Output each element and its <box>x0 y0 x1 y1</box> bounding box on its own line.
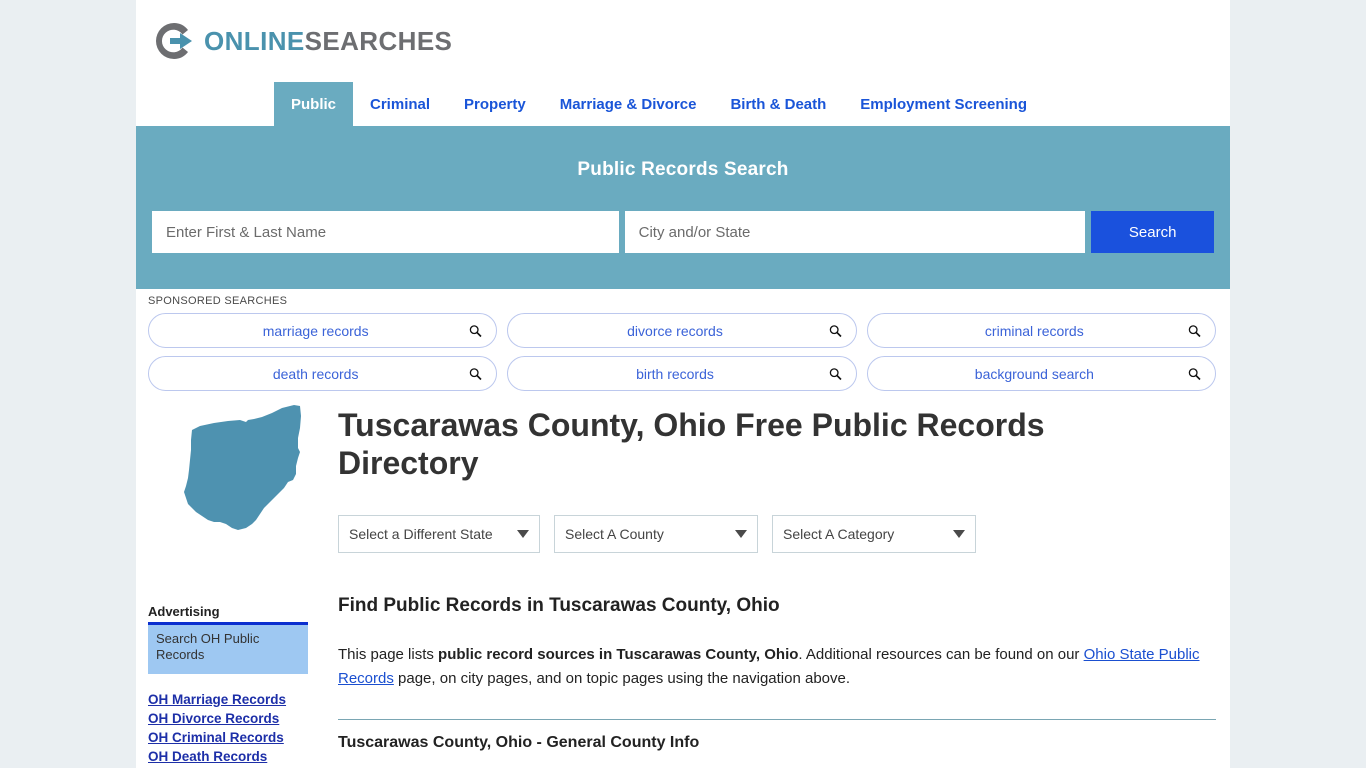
tab-public[interactable]: Public <box>274 82 354 126</box>
chevron-down-icon <box>953 529 965 538</box>
intro-paragraph: This page lists public record sources in… <box>338 643 1214 691</box>
subsection-heading-general-county-info: Tuscarawas County, Ohio - General County… <box>338 733 700 751</box>
magnifier-icon <box>469 367 482 380</box>
ohio-state-map-icon <box>176 404 316 540</box>
logo-wordmark: ONLINESEARCHES <box>204 26 452 57</box>
section-heading-find-public-records: Find Public Records in Tuscarawas County… <box>338 594 780 616</box>
search-button[interactable]: Search <box>1091 211 1214 253</box>
sponsored-pill-label: marriage records <box>262 322 369 339</box>
select-category[interactable]: Select A Category <box>772 514 976 553</box>
select-different-state[interactable]: Select a Different State <box>338 514 540 553</box>
tab-marriage-divorce[interactable]: Marriage & Divorce <box>543 82 714 126</box>
search-form: Search <box>150 211 1216 253</box>
sponsored-pill-death-records[interactable]: death records <box>148 356 498 391</box>
sponsored-searches-section: SPONSORED SEARCHES marriage records divo… <box>136 289 1230 391</box>
tab-criminal[interactable]: Criminal <box>353 82 447 126</box>
magnifier-icon <box>469 324 482 337</box>
sponsored-pill-grid: marriage records divorce records crimina… <box>148 313 1216 391</box>
sponsored-pill-birth-records[interactable]: birth records <box>507 356 857 391</box>
intro-text-part1: This page lists <box>338 645 439 663</box>
logo-word-online: ONLINE <box>204 25 305 56</box>
advertising-heading: Advertising <box>148 604 220 619</box>
logo-word-searches: SEARCHES <box>304 25 453 56</box>
tab-birth-death[interactable]: Birth & Death <box>713 82 843 126</box>
select-label: Select a Different State <box>349 525 493 542</box>
magnifier-icon <box>829 324 842 337</box>
search-banner-title: Public Records Search <box>577 159 789 180</box>
chevron-down-icon <box>517 529 529 538</box>
filter-select-row: Select a Different State Select A County… <box>338 514 1216 553</box>
intro-text-part3: page, on city pages, and on topic pages … <box>393 669 851 687</box>
select-label: Select A County <box>565 525 664 542</box>
ad-box-search-oh-public-records[interactable]: Search OH Public Records <box>148 625 308 674</box>
public-records-search-banner: Public Records Search Search <box>136 126 1230 289</box>
sponsored-pill-criminal-records[interactable]: criminal records <box>866 313 1216 348</box>
circular-arrow-logo-icon <box>152 19 196 63</box>
content-container: ONLINESEARCHES Public Criminal Property … <box>136 0 1230 768</box>
city-state-search-input[interactable] <box>624 211 1086 253</box>
sponsored-pill-marriage-records[interactable]: marriage records <box>148 313 498 348</box>
sponsored-pill-label: death records <box>272 365 359 382</box>
sidebar-item-oh-marriage-records[interactable]: OH Marriage Records <box>148 692 308 707</box>
primary-navigation: Public Criminal Property Marriage & Divo… <box>136 82 1230 126</box>
sponsored-searches-label: SPONSORED SEARCHES <box>148 295 288 307</box>
magnifier-icon <box>1188 367 1201 380</box>
page-root: ONLINESEARCHES Public Criminal Property … <box>0 0 1366 768</box>
sponsored-pill-divorce-records[interactable]: divorce records <box>507 313 857 348</box>
tab-property[interactable]: Property <box>447 82 543 126</box>
intro-text-part2: . Additional resources can be found on o… <box>798 645 1084 663</box>
sponsored-pill-label: criminal records <box>984 322 1084 339</box>
sponsored-pill-label: divorce records <box>627 322 723 339</box>
main-column: Tuscarawas County, Ohio Free Public Reco… <box>308 399 1230 768</box>
sponsored-pill-background-search[interactable]: background search <box>866 356 1216 391</box>
content-divider <box>338 718 1216 720</box>
sidebar-item-oh-criminal-records[interactable]: OH Criminal Records <box>148 730 308 745</box>
sidebar-link-list: OH Marriage Records OH Divorce Records O… <box>148 692 308 768</box>
sponsored-pill-label: background search <box>974 365 1094 382</box>
intro-bold-phrase: public record sources in Tuscarawas Coun… <box>438 645 799 663</box>
sidebar-item-oh-divorce-records[interactable]: OH Divorce Records <box>148 711 308 726</box>
tab-employment-screening[interactable]: Employment Screening <box>843 82 1044 126</box>
site-logo[interactable]: ONLINESEARCHES <box>136 0 1230 82</box>
magnifier-icon <box>829 367 842 380</box>
select-label: Select A Category <box>783 525 895 542</box>
chevron-down-icon <box>735 529 747 538</box>
select-county[interactable]: Select A County <box>554 514 758 553</box>
name-search-input[interactable] <box>152 211 619 253</box>
sponsored-pill-label: birth records <box>636 365 714 382</box>
magnifier-icon <box>1188 324 1201 337</box>
sidebar-item-oh-death-records[interactable]: OH Death Records <box>148 749 308 764</box>
page-title: Tuscarawas County, Ohio Free Public Reco… <box>338 407 1045 481</box>
